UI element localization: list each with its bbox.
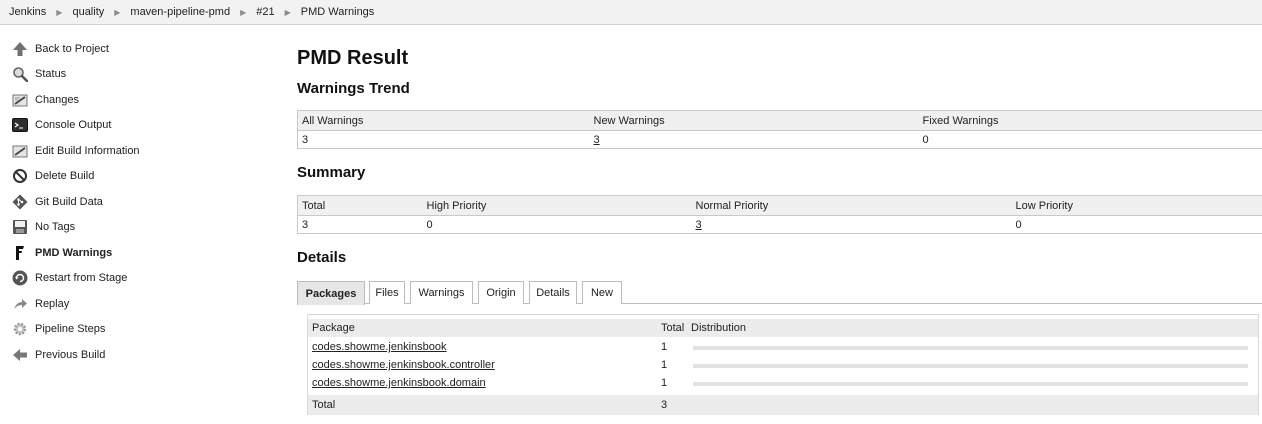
sidebar-item-console-output[interactable]: Console Output — [0, 113, 270, 139]
chevron-right-icon[interactable]: ▶ — [285, 8, 291, 17]
left-arrow-icon — [13, 348, 27, 361]
column-header-normal-priority: Normal Priority — [691, 195, 1012, 216]
footer-total-value: 3 — [661, 399, 668, 411]
packages-table-header: Package Total Distribution — [308, 319, 1258, 337]
magnifier-icon — [13, 67, 28, 83]
restart-icon — [12, 270, 28, 286]
sidebar-item-label: PMD Warnings — [35, 246, 113, 259]
column-header-package: Package — [312, 322, 355, 334]
new-warnings-link[interactable]: 3 — [594, 134, 600, 146]
details-heading: Details — [297, 249, 347, 266]
sidebar-item-label: Back to Project — [35, 42, 109, 55]
tab-details[interactable]: Details — [529, 281, 577, 304]
save-icon — [13, 220, 27, 235]
sidebar-item-label: Replay — [35, 297, 70, 310]
sidebar-item-label: Delete Build — [35, 170, 95, 183]
breadcrumb: Jenkins ▶ quality ▶ maven-pipeline-pmd ▶… — [0, 0, 1262, 25]
breadcrumb-job[interactable]: maven-pipeline-pmd — [130, 6, 230, 18]
sidebar-item-previous-build[interactable]: Previous Build — [0, 342, 270, 368]
sidebar-item-back-to-project[interactable]: Back to Project — [0, 36, 270, 62]
sidebar-item-status[interactable]: Status — [0, 62, 270, 88]
high-priority-value: 0 — [422, 215, 692, 234]
breadcrumb-jenkins[interactable]: Jenkins — [9, 6, 46, 18]
terminal-icon — [12, 118, 28, 133]
package-link[interactable]: codes.showme.jenkinsbook — [312, 341, 447, 353]
sidebar-item-restart-from-stage[interactable]: Restart from Stage — [0, 266, 270, 292]
all-warnings-value: 3 — [297, 130, 590, 149]
sidebar-item-pmd-warnings[interactable]: PMD Warnings — [0, 240, 270, 266]
git-icon — [12, 194, 28, 210]
sidebar-item-replay[interactable]: Replay — [0, 291, 270, 317]
summary-heading: Summary — [297, 164, 366, 181]
sidebar-item-label: Previous Build — [35, 348, 106, 361]
column-header-total: Total — [661, 322, 685, 334]
sidebar-item-label: Changes — [35, 93, 80, 106]
sidebar-item-git-build-data[interactable]: Git Build Data — [0, 189, 270, 215]
package-total: 1 — [661, 377, 668, 389]
tab-packages[interactable]: Packages — [297, 281, 365, 305]
sidebar-item-label: Git Build Data — [35, 195, 103, 208]
package-total: 1 — [661, 341, 668, 353]
warnings-trend-table: All Warnings New Warnings Fixed Warnings… — [297, 110, 1262, 149]
column-header-total: Total — [297, 195, 423, 216]
package-total: 1 — [661, 359, 668, 371]
footer-total-label: Total — [312, 399, 336, 411]
sidebar-item-pipeline-steps[interactable]: Pipeline Steps — [0, 317, 270, 343]
breadcrumb-build[interactable]: #21 — [256, 6, 274, 18]
column-header-low-priority: Low Priority — [1011, 195, 1262, 216]
sidebar-item-label: Pipeline Steps — [35, 323, 106, 336]
up-arrow-icon — [13, 41, 27, 56]
column-header-new-warnings: New Warnings — [589, 110, 919, 131]
column-header-all-warnings: All Warnings — [297, 110, 590, 131]
table-row: codes.showme.jenkinsbook 1 — [308, 338, 1258, 356]
fixed-warnings-value: 0 — [918, 130, 1262, 149]
warnings-trend-heading: Warnings Trend — [297, 80, 410, 97]
replay-arrow-icon — [14, 298, 27, 309]
notepad-icon — [12, 94, 28, 107]
sidebar-item-label: Restart from Stage — [35, 272, 128, 285]
table-row: codes.showme.jenkinsbook.controller 1 — [308, 356, 1258, 374]
low-priority-value: 0 — [1011, 215, 1262, 234]
column-header-distribution: Distribution — [691, 322, 747, 334]
packages-table-footer: Total 3 — [308, 395, 1258, 415]
notepad-edit-icon — [12, 145, 28, 158]
sidebar-item-label: Console Output — [35, 119, 112, 132]
sidebar-item-edit-build-information[interactable]: Edit Build Information — [0, 138, 270, 164]
summary-table: Total High Priority Normal Priority Low … — [297, 195, 1262, 234]
chevron-right-icon[interactable]: ▶ — [114, 8, 120, 17]
breadcrumb-pmd-warnings[interactable]: PMD Warnings — [301, 6, 375, 18]
column-header-fixed-warnings: Fixed Warnings — [918, 110, 1262, 131]
column-header-high-priority: High Priority — [422, 195, 692, 216]
sidebar-item-changes[interactable]: Changes — [0, 87, 270, 113]
sidebar-item-label: Status — [35, 68, 67, 81]
distribution-bar — [693, 364, 1248, 368]
tab-warnings[interactable]: Warnings — [410, 281, 473, 304]
gear-icon — [13, 323, 27, 336]
page-title: PMD Result — [297, 47, 409, 69]
normal-priority-link[interactable]: 3 — [696, 219, 702, 231]
sidebar-item-label: No Tags — [35, 221, 76, 234]
sidebar-item-no-tags[interactable]: No Tags — [0, 215, 270, 241]
distribution-bar — [693, 382, 1248, 386]
sidebar-item-label: Edit Build Information — [35, 144, 140, 157]
chevron-right-icon[interactable]: ▶ — [56, 8, 62, 17]
pmd-icon — [16, 245, 24, 260]
details-tabs: Packages Files Warnings Origin Details N… — [297, 281, 1262, 305]
distribution-bar — [693, 346, 1248, 350]
chevron-right-icon[interactable]: ▶ — [240, 8, 246, 17]
package-link[interactable]: codes.showme.jenkinsbook.controller — [312, 359, 495, 371]
package-link[interactable]: codes.showme.jenkinsbook.domain — [312, 377, 486, 389]
breadcrumb-quality[interactable]: quality — [72, 6, 104, 18]
sidebar: Back to Project Status Changes Console O… — [0, 36, 270, 368]
packages-panel: Package Total Distribution codes.showme.… — [307, 314, 1259, 415]
tab-new[interactable]: New — [582, 281, 622, 304]
table-row: codes.showme.jenkinsbook.domain 1 — [308, 374, 1258, 392]
tab-origin[interactable]: Origin — [478, 281, 524, 304]
sidebar-item-delete-build[interactable]: Delete Build — [0, 164, 270, 190]
no-entry-icon — [13, 169, 27, 184]
tab-files[interactable]: Files — [369, 281, 405, 304]
total-value: 3 — [297, 215, 423, 234]
